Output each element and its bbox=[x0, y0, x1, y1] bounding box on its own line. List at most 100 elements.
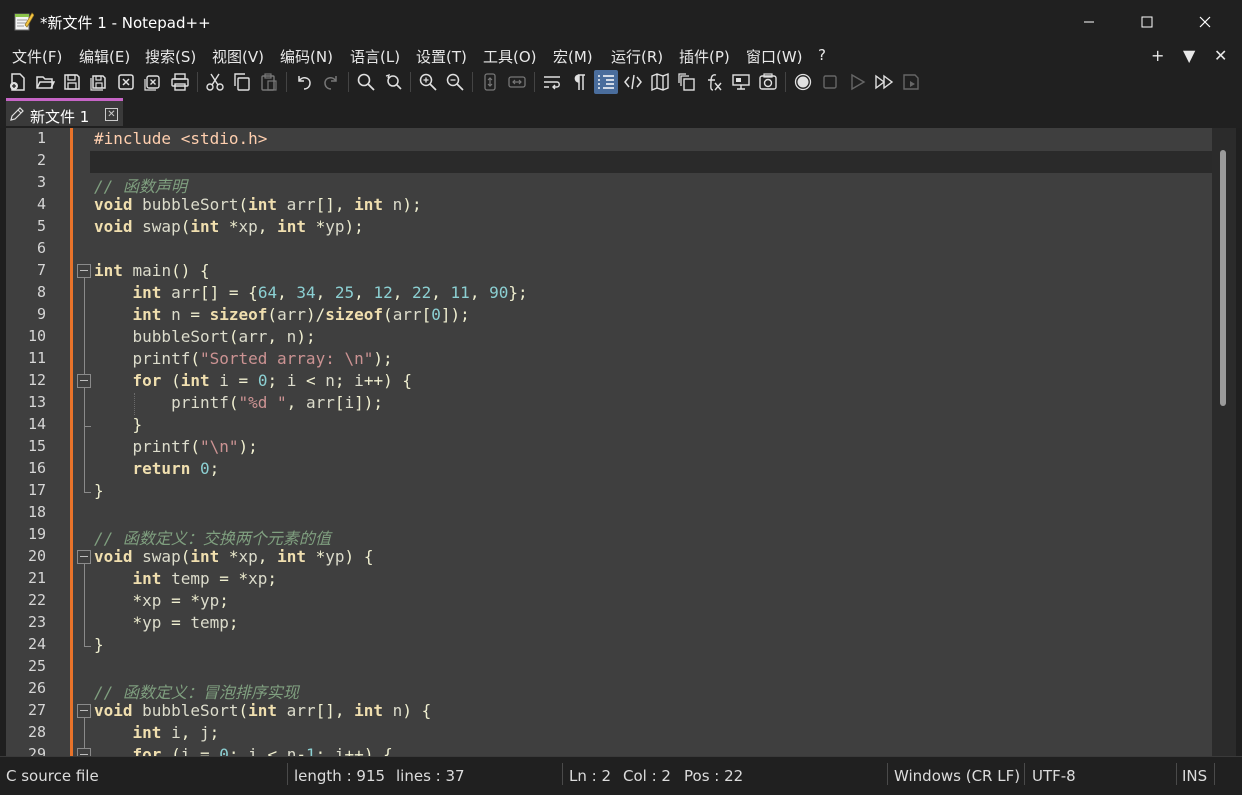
document-map-icon bbox=[651, 72, 669, 92]
save-button[interactable] bbox=[60, 70, 84, 94]
menu-plugins[interactable]: 插件(P) bbox=[679, 46, 730, 67]
undo-button[interactable] bbox=[292, 70, 316, 94]
function-list-icon bbox=[708, 74, 722, 91]
close-document-button[interactable]: ✕ bbox=[1214, 46, 1227, 65]
code-line[interactable]: int i, j; bbox=[94, 723, 220, 742]
fold-toggle-outer-for[interactable] bbox=[77, 748, 91, 756]
save-all-button[interactable] bbox=[87, 70, 111, 94]
zoom-in-button[interactable] bbox=[416, 70, 440, 94]
menu-macro[interactable]: 宏(M) bbox=[553, 46, 593, 67]
indent-guide-button[interactable] bbox=[594, 70, 618, 94]
zoom-out-button[interactable] bbox=[443, 70, 467, 94]
code-line[interactable]: for (int i = 0; i < n; i++) { bbox=[94, 371, 412, 390]
sync-horizontal-scroll-button[interactable] bbox=[505, 70, 529, 94]
code-line[interactable]: printf("\n"); bbox=[94, 437, 258, 456]
close-file-button[interactable] bbox=[114, 70, 138, 94]
paste-icon bbox=[261, 73, 277, 91]
word-wrap-button[interactable] bbox=[540, 70, 564, 94]
replace-button[interactable] bbox=[381, 70, 405, 94]
menu-view[interactable]: 视图(V) bbox=[212, 46, 264, 67]
new-file-button[interactable] bbox=[6, 70, 30, 94]
code-line[interactable]: // 函数定义：交换两个元素的值 bbox=[94, 525, 331, 549]
line-number: 29 bbox=[27, 745, 46, 756]
clone-document-button[interactable] bbox=[675, 70, 699, 94]
stop-record-button[interactable] bbox=[818, 70, 842, 94]
menu-encoding[interactable]: 编码(N) bbox=[280, 46, 333, 67]
run-macro-multiple-button[interactable] bbox=[872, 70, 896, 94]
redo-icon bbox=[324, 76, 337, 90]
code-line[interactable]: printf("%d ", arr[i]); bbox=[94, 393, 383, 412]
copy-button[interactable] bbox=[230, 70, 254, 94]
paste-button[interactable] bbox=[257, 70, 281, 94]
code-line[interactable]: int main() { bbox=[94, 261, 210, 280]
menu-window[interactable]: 窗口(W) bbox=[746, 46, 803, 67]
play-macro-button[interactable] bbox=[845, 70, 869, 94]
line-number: 22 bbox=[27, 591, 46, 609]
tab-new-file-1[interactable]: 新文件 1 ✕ bbox=[6, 98, 123, 126]
status-pos: Pos : 22 bbox=[684, 767, 744, 785]
close-all-button[interactable] bbox=[141, 70, 165, 94]
code-line[interactable]: // 函数定义：冒泡排序实现 bbox=[94, 679, 299, 703]
code-line[interactable]: int arr[] = {64, 34, 25, 12, 22, 11, 90}… bbox=[94, 283, 528, 302]
code-line[interactable]: // 函数声明 bbox=[94, 173, 187, 197]
minimize-button[interactable] bbox=[1060, 0, 1118, 44]
open-file-button[interactable] bbox=[33, 70, 57, 94]
fold-toggle-swap[interactable] bbox=[77, 550, 91, 564]
code-line[interactable]: printf("Sorted array: \n"); bbox=[94, 349, 393, 368]
menu-language[interactable]: 语言(L) bbox=[350, 46, 400, 67]
code-line[interactable]: void bubbleSort(int arr[], int n) { bbox=[94, 701, 431, 720]
vertical-scrollbar-thumb[interactable] bbox=[1220, 150, 1226, 406]
status-length: length : 915 bbox=[294, 767, 386, 785]
sync-vertical-scroll-button[interactable] bbox=[478, 70, 502, 94]
document-map-button[interactable] bbox=[648, 70, 672, 94]
close-button[interactable] bbox=[1176, 0, 1234, 44]
code-line[interactable]: void bubbleSort(int arr[], int n); bbox=[94, 195, 422, 214]
indent-guide bbox=[134, 393, 135, 415]
fold-toggle-bubblesort[interactable] bbox=[77, 704, 91, 718]
code-line[interactable]: for (i = 0; i < n-1; i++) { bbox=[94, 745, 393, 756]
menu-run[interactable]: 运行(R) bbox=[611, 46, 663, 67]
tab-list-dropdown-button[interactable]: ▼ bbox=[1183, 46, 1195, 65]
show-all-characters-button[interactable] bbox=[567, 70, 591, 94]
code-area[interactable]: #include <stdio.h>// 函数声明 void bubbleSort… bbox=[90, 128, 1212, 756]
monitoring-button[interactable] bbox=[729, 70, 753, 94]
code-line[interactable]: #include <stdio.h> bbox=[94, 129, 267, 148]
function-list-button[interactable] bbox=[702, 70, 726, 94]
redo-button[interactable] bbox=[319, 70, 343, 94]
code-line[interactable]: int temp = *xp; bbox=[94, 569, 278, 588]
fold-toggle-main[interactable] bbox=[77, 264, 91, 278]
fold-toggle-for-loop[interactable] bbox=[77, 374, 91, 388]
find-button[interactable] bbox=[354, 70, 378, 94]
add-new-tab-button[interactable]: + bbox=[1151, 46, 1164, 65]
cut-button[interactable] bbox=[203, 70, 227, 94]
code-line[interactable]: *yp = temp; bbox=[94, 613, 239, 632]
xml-tag-button[interactable] bbox=[621, 70, 645, 94]
menu-help[interactable]: ? bbox=[818, 46, 826, 64]
print-button[interactable] bbox=[168, 70, 192, 94]
menu-edit[interactable]: 编辑(E) bbox=[79, 46, 130, 67]
menu-search[interactable]: 搜索(S) bbox=[145, 46, 196, 67]
folder-as-workspace-button[interactable] bbox=[756, 70, 780, 94]
save-all-icon bbox=[90, 75, 106, 91]
close-icon bbox=[1199, 16, 1211, 28]
code-line[interactable]: } bbox=[94, 635, 104, 654]
record-macro-button[interactable] bbox=[791, 70, 815, 94]
menu-settings[interactable]: 设置(T) bbox=[416, 46, 467, 67]
code-line[interactable]: } bbox=[94, 415, 143, 434]
menu-file[interactable]: 文件(F) bbox=[12, 46, 62, 67]
tab-bar: 新文件 1 ✕ bbox=[0, 96, 1242, 128]
code-line[interactable]: *xp = *yp; bbox=[94, 591, 229, 610]
code-line[interactable]: bubbleSort(arr, n); bbox=[94, 327, 316, 346]
editor[interactable]: 1 2 3 4 5 6 7 8 9 10 11 12 13 14 15 16 17 18 19 20 21 22 23 24 2… bbox=[6, 128, 1236, 756]
tab-close-button[interactable]: ✕ bbox=[105, 108, 118, 121]
maximize-button[interactable] bbox=[1118, 0, 1176, 44]
line-number: 28 bbox=[27, 723, 46, 741]
code-line[interactable]: void swap(int *xp, int *yp); bbox=[94, 217, 364, 236]
menu-tools[interactable]: 工具(O) bbox=[483, 46, 537, 67]
code-line[interactable]: return 0; bbox=[94, 459, 220, 478]
code-line[interactable]: void swap(int *xp, int *yp) { bbox=[94, 547, 373, 566]
code-line[interactable]: int n = sizeof(arr)/sizeof(arr[0]); bbox=[94, 305, 470, 324]
save-macro-button[interactable] bbox=[899, 70, 923, 94]
vertical-scrollbar[interactable] bbox=[1212, 128, 1236, 756]
code-line[interactable]: } bbox=[94, 481, 104, 500]
